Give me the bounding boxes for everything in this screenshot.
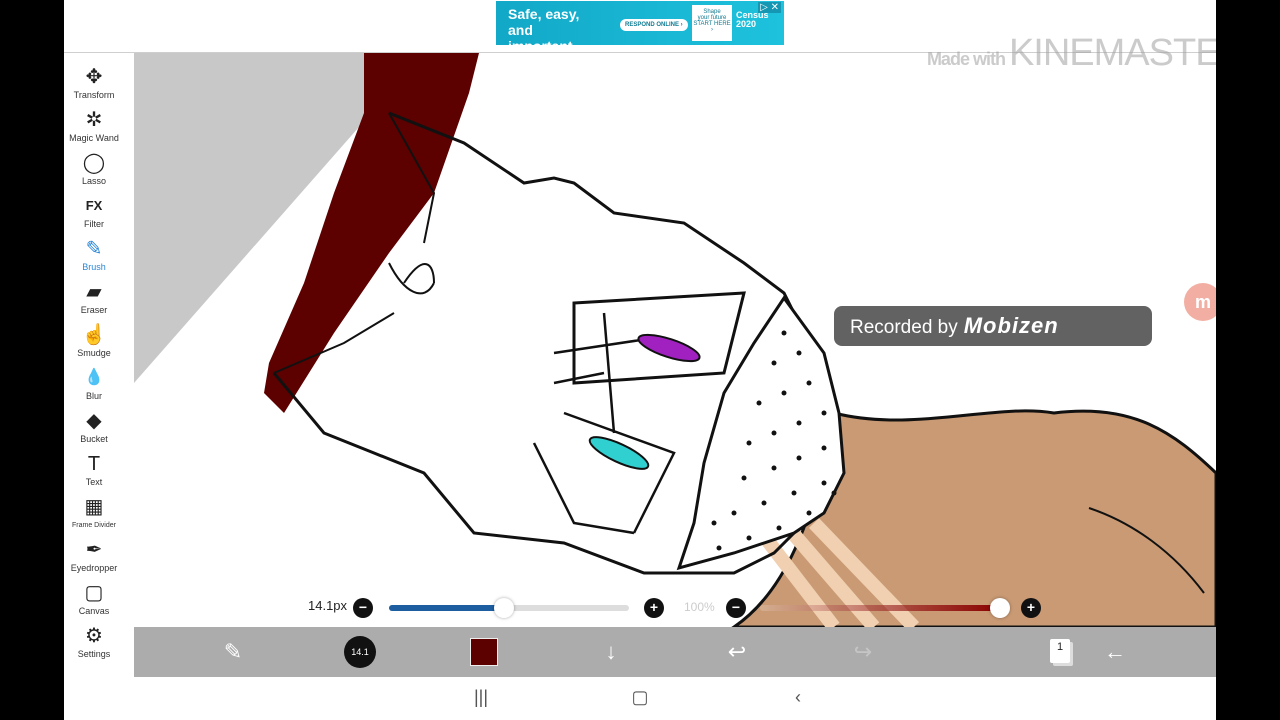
- tool-brush[interactable]: ✎ Brush: [64, 236, 124, 279]
- ad-banner[interactable]: Safe, easy, and important. RESPOND ONLIN…: [496, 1, 784, 45]
- tool-frame-divider[interactable]: ▦ Frame Divider: [64, 494, 124, 537]
- tool-label: Eyedropper: [70, 563, 118, 573]
- opacity-label: 100%: [684, 600, 715, 614]
- tool-settings[interactable]: ⚙ Settings: [64, 623, 124, 666]
- ad-cta-button[interactable]: RESPOND ONLINE ›: [620, 19, 688, 31]
- canvas-icon: ▢: [84, 582, 104, 604]
- mobizen-logo: Mobizen: [963, 313, 1059, 338]
- filter-icon: FX: [85, 198, 103, 213]
- brush-size-label: 14.1px: [308, 598, 348, 613]
- mobizen-watermark: Recorded by Mobizen: [834, 306, 1152, 346]
- tool-label: Blur: [85, 391, 102, 401]
- ad-brand: Census 2020: [736, 10, 769, 29]
- color-swatch-button[interactable]: [470, 638, 498, 666]
- bottom-toolbar: ✎ 14.1 ↓ ↩ ↪ 1 ←: [134, 627, 1216, 677]
- app-screen: Safe, easy, and important. RESPOND ONLIN…: [64, 0, 1216, 720]
- tool-label: Smudge: [77, 348, 111, 358]
- ad-close-icon[interactable]: ▷ ✕: [758, 2, 781, 13]
- tool-label: Frame Divider: [72, 522, 116, 529]
- watermark-kinemaster: KINEMASTER: [1008, 32, 1216, 74]
- ad-side-text: Shape your future START HERE ›: [692, 5, 732, 41]
- tool-smudge[interactable]: ☝ Smudge: [64, 322, 124, 365]
- transform-icon: ✥: [85, 66, 103, 88]
- opacity-plus-button[interactable]: +: [1021, 598, 1041, 618]
- tool-bucket[interactable]: ◆ Bucket: [64, 408, 124, 451]
- brush-icon: ✎: [85, 238, 103, 260]
- frame-divider-icon: ▦: [84, 496, 104, 518]
- recorded-by-text: Recorded by: [850, 317, 958, 338]
- ad-headline: Safe, easy, and important.: [508, 6, 580, 45]
- smudge-icon: ☝: [81, 324, 107, 346]
- tool-canvas[interactable]: ▢ Canvas: [64, 580, 124, 623]
- redo-icon[interactable]: ↪: [848, 637, 878, 667]
- opacity-minus-button[interactable]: −: [726, 598, 746, 618]
- tool-label: Settings: [77, 649, 111, 659]
- ear-detail: [388, 262, 435, 295]
- eraser-icon: ▰: [86, 281, 102, 303]
- tool-label: Brush: [82, 262, 106, 272]
- tool-label: Bucket: [80, 434, 108, 444]
- eye-cyan: [588, 436, 650, 470]
- brush-size-fill: [389, 605, 505, 611]
- lasso-icon: ◯: [82, 152, 106, 174]
- text-icon: T: [87, 453, 101, 475]
- tool-eyedropper[interactable]: ✒ Eyedropper: [64, 537, 124, 580]
- opacity-slider[interactable]: [760, 598, 1010, 618]
- tool-label: Text: [85, 477, 103, 487]
- tool-text[interactable]: T Text: [64, 451, 124, 494]
- settings-icon: ⚙: [85, 625, 103, 647]
- tool-label: Eraser: [80, 305, 108, 315]
- watermark-made-with: Made with: [926, 49, 1006, 69]
- tool-magic-wand[interactable]: ✲ Magic Wand: [64, 107, 124, 150]
- tool-sidebar: ✥ Transform ✲ Magic Wand ◯ Lasso FX Filter ✎…: [64, 60, 124, 672]
- tool-label: Transform: [73, 90, 115, 100]
- brush-size-button[interactable]: 14.1: [344, 636, 376, 668]
- opacity-knob[interactable]: [990, 598, 1010, 618]
- tool-label: Filter: [84, 219, 104, 229]
- brush-options-icon[interactable]: ✎: [218, 637, 248, 667]
- brush-size-slider[interactable]: [389, 598, 629, 618]
- kinemaster-watermark: Made withKINEMASTER: [927, 32, 1216, 75]
- tool-eraser[interactable]: ▰ Eraser: [64, 279, 124, 322]
- layers-button[interactable]: 1: [1050, 639, 1070, 663]
- tool-lasso[interactable]: ◯ Lasso: [64, 150, 124, 193]
- tool-transform[interactable]: ✥ Transform: [64, 64, 124, 107]
- size-plus-button[interactable]: +: [644, 598, 664, 618]
- tool-label: Magic Wand: [69, 133, 119, 143]
- download-arrow-icon[interactable]: ↓: [596, 637, 626, 667]
- magic-wand-icon: ✲: [85, 109, 103, 131]
- tool-label: Canvas: [78, 606, 110, 616]
- blur-icon: 💧: [84, 369, 104, 386]
- bucket-icon: ◆: [86, 410, 102, 432]
- tool-filter[interactable]: FX Filter: [64, 193, 124, 236]
- eyedropper-icon: ✒: [85, 539, 103, 561]
- back-arrow-icon[interactable]: ←: [1100, 637, 1130, 667]
- tool-blur[interactable]: 💧 Blur: [64, 365, 124, 408]
- home-icon[interactable]: ▢: [625, 687, 655, 708]
- undo-icon[interactable]: ↩: [722, 637, 752, 667]
- android-nav-bar: ||| ▢ ‹: [64, 677, 1216, 720]
- mobizen-bubble-icon[interactable]: m: [1184, 283, 1216, 321]
- size-minus-button[interactable]: −: [353, 598, 373, 618]
- recent-apps-icon[interactable]: |||: [466, 687, 496, 708]
- back-icon[interactable]: ‹: [783, 687, 813, 708]
- tool-label: Lasso: [81, 176, 107, 186]
